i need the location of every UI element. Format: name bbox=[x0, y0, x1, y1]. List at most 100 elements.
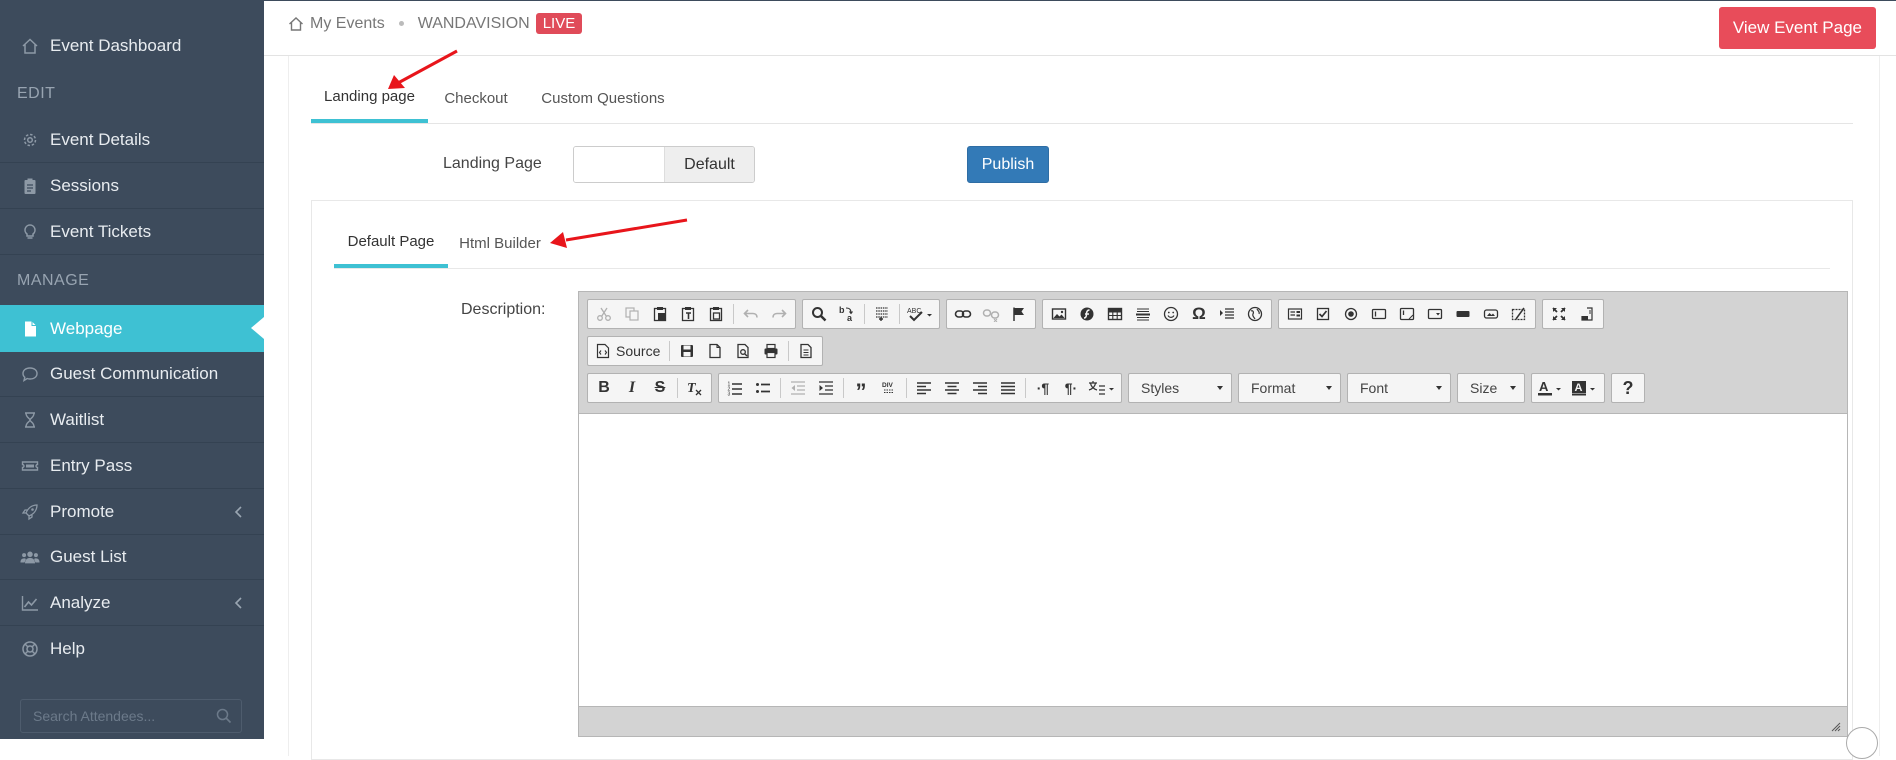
outdent-icon[interactable] bbox=[784, 375, 812, 401]
numbered-list-icon[interactable]: 123 bbox=[721, 375, 749, 401]
sidebar-item-entry-pass[interactable]: Entry Pass bbox=[0, 444, 264, 489]
special-char-omega-icon[interactable]: Ω bbox=[1185, 301, 1213, 327]
help-icon[interactable]: ? bbox=[1614, 375, 1642, 401]
textarea-icon[interactable] bbox=[1393, 301, 1421, 327]
breadcrumb-my-events[interactable]: My Events bbox=[310, 15, 385, 33]
radio-icon[interactable] bbox=[1337, 301, 1365, 327]
maximize-icon[interactable] bbox=[1545, 301, 1573, 327]
select-field-icon[interactable] bbox=[1421, 301, 1449, 327]
horizontal-rule-icon[interactable] bbox=[1129, 301, 1157, 327]
sidebar-item-guest-communication[interactable]: Guest Communication bbox=[0, 352, 264, 397]
text-color-icon[interactable]: A bbox=[1534, 375, 1568, 401]
align-center-icon[interactable] bbox=[938, 375, 966, 401]
sidebar-item-analyze[interactable]: Analyze bbox=[0, 581, 264, 626]
cut-icon[interactable] bbox=[590, 301, 618, 327]
templates-icon[interactable] bbox=[792, 338, 820, 364]
sidebar-item-promote[interactable]: Promote bbox=[0, 490, 264, 535]
publish-button[interactable]: Publish bbox=[967, 146, 1049, 183]
sidebar-item-guest-list[interactable]: Guest List bbox=[0, 535, 264, 580]
bold-icon[interactable]: B bbox=[590, 375, 618, 401]
checkbox-icon[interactable] bbox=[1309, 301, 1337, 327]
replace-icon[interactable]: ba bbox=[833, 301, 861, 327]
print-icon[interactable] bbox=[757, 338, 785, 364]
anchor-flag-icon[interactable] bbox=[1005, 301, 1033, 327]
indent-icon[interactable] bbox=[812, 375, 840, 401]
svg-text:b: b bbox=[839, 305, 845, 315]
live-badge: LIVE bbox=[535, 13, 583, 34]
align-left-icon[interactable] bbox=[910, 375, 938, 401]
section-header-manage: MANAGE bbox=[17, 272, 90, 289]
ltr-icon[interactable]: ·¶ bbox=[1029, 375, 1057, 401]
search-attendees-input[interactable] bbox=[31, 707, 216, 725]
unlink-icon[interactable] bbox=[977, 301, 1005, 327]
tab-html-builder[interactable]: Html Builder bbox=[448, 218, 552, 268]
paste-word-icon[interactable] bbox=[702, 301, 730, 327]
home-icon[interactable] bbox=[288, 16, 304, 32]
hidden-field-icon[interactable] bbox=[1505, 301, 1533, 327]
image-button-icon[interactable] bbox=[1477, 301, 1505, 327]
tab-landing-page[interactable]: Landing page bbox=[311, 73, 428, 123]
tab-label: Checkout bbox=[444, 89, 508, 107]
rtl-icon[interactable]: ¶· bbox=[1057, 375, 1085, 401]
view-event-page-button[interactable]: View Event Page bbox=[1718, 7, 1876, 49]
size-label: Size bbox=[1470, 380, 1498, 396]
size-dropdown[interactable]: Size bbox=[1457, 373, 1525, 403]
show-blocks-icon[interactable] bbox=[1573, 301, 1601, 327]
sidebar-item-event-tickets[interactable]: Event Tickets bbox=[0, 210, 264, 255]
italic-icon[interactable]: I bbox=[618, 375, 646, 401]
page-break-icon[interactable] bbox=[1213, 301, 1241, 327]
remove-format-icon[interactable]: T bbox=[681, 375, 709, 401]
tab-custom-questions[interactable]: Custom Questions bbox=[524, 73, 682, 123]
rocket-icon bbox=[20, 502, 40, 522]
text-field-icon[interactable] bbox=[1365, 301, 1393, 327]
undo-icon[interactable] bbox=[737, 301, 765, 327]
table-icon[interactable] bbox=[1101, 301, 1129, 327]
save-icon[interactable] bbox=[673, 338, 701, 364]
tab-default-page[interactable]: Default Page bbox=[334, 218, 448, 268]
tab-checkout[interactable]: Checkout bbox=[428, 73, 524, 123]
form-icon[interactable] bbox=[1281, 301, 1309, 327]
find-icon[interactable] bbox=[805, 301, 833, 327]
format-dropdown[interactable]: Format bbox=[1238, 373, 1341, 403]
blockquote-icon[interactable]: ” bbox=[847, 375, 875, 404]
landing-page-toggle[interactable]: Default bbox=[573, 146, 755, 183]
source-button[interactable]: Source bbox=[590, 338, 666, 364]
background-color-icon[interactable]: A bbox=[1568, 375, 1602, 401]
link-icon[interactable] bbox=[949, 301, 977, 327]
flash-icon[interactable] bbox=[1073, 301, 1101, 327]
sidebar-item-waitlist[interactable]: Waitlist bbox=[0, 398, 264, 443]
paste-icon[interactable] bbox=[646, 301, 674, 327]
strikethrough-icon[interactable]: S bbox=[646, 375, 674, 401]
paste-text-icon[interactable] bbox=[674, 301, 702, 327]
styles-dropdown[interactable]: Styles bbox=[1128, 373, 1232, 403]
language-icon[interactable] bbox=[1085, 375, 1119, 401]
redo-icon[interactable] bbox=[765, 301, 793, 327]
toolbar-separator bbox=[669, 341, 671, 361]
font-dropdown[interactable]: Font bbox=[1347, 373, 1451, 403]
iframe-globe-icon[interactable] bbox=[1241, 301, 1269, 327]
spellcheck-icon[interactable]: ABC bbox=[903, 301, 937, 327]
bulleted-list-icon[interactable] bbox=[749, 375, 777, 401]
preview-icon[interactable] bbox=[729, 338, 757, 364]
sidebar-item-event-dashboard[interactable]: Event Dashboard bbox=[0, 23, 264, 68]
sidebar-item-label: Guest Communication bbox=[50, 364, 219, 383]
sidebar-item-webpage[interactable]: Webpage bbox=[0, 305, 264, 352]
align-right-icon[interactable] bbox=[966, 375, 994, 401]
smiley-icon[interactable] bbox=[1157, 301, 1185, 327]
select-all-icon[interactable] bbox=[868, 301, 896, 327]
scroll-top-button[interactable] bbox=[1846, 727, 1878, 759]
styles-label: Styles bbox=[1141, 380, 1180, 396]
sidebar-item-help[interactable]: Help bbox=[0, 626, 264, 671]
image-icon[interactable] bbox=[1045, 301, 1073, 327]
sidebar-item-event-details[interactable]: Event Details bbox=[0, 118, 264, 163]
search-icon[interactable] bbox=[216, 708, 232, 724]
new-page-icon[interactable] bbox=[701, 338, 729, 364]
justify-icon[interactable] bbox=[994, 375, 1022, 401]
sidebar-item-sessions[interactable]: Sessions bbox=[0, 164, 264, 209]
resize-handle-icon[interactable] bbox=[1831, 722, 1841, 732]
create-div-icon[interactable]: DIV bbox=[875, 375, 903, 401]
copy-icon[interactable] bbox=[618, 301, 646, 327]
button-field-icon[interactable] bbox=[1449, 301, 1477, 327]
sidebar: Event Dashboard EDIT Event Details Sessi… bbox=[0, 0, 264, 739]
editor-content-area[interactable] bbox=[579, 413, 1847, 707]
